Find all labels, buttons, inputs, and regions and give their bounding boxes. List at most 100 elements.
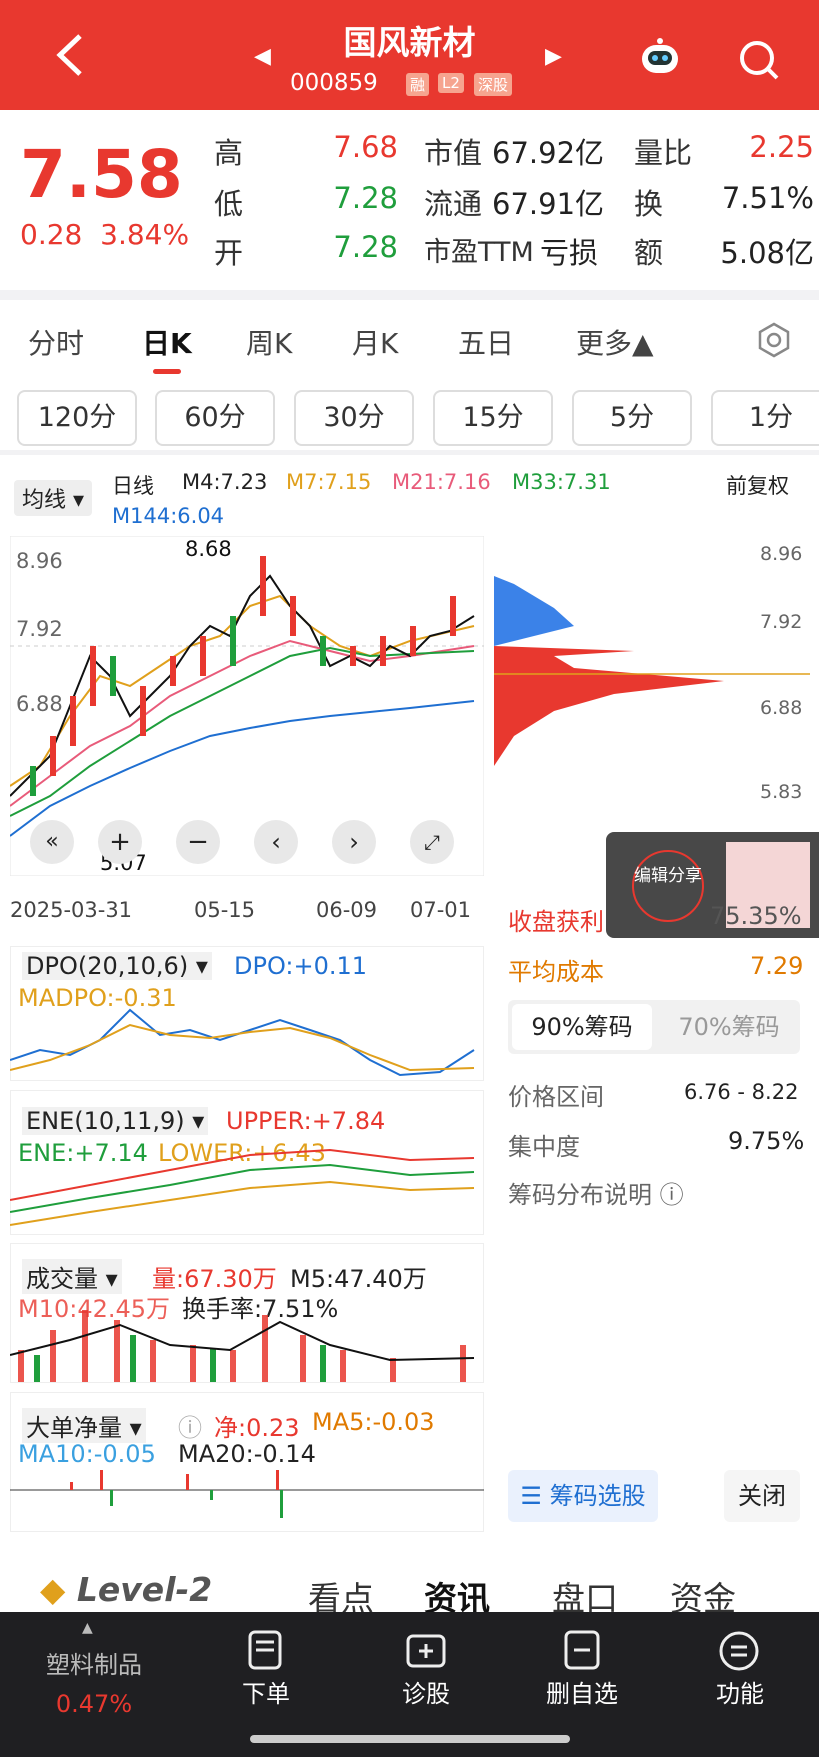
high-mark: 8.68: [185, 537, 232, 561]
tab-level2[interactable]: ◆ Level-2: [40, 1570, 212, 1609]
ene-upper: UPPER:+7.84: [226, 1107, 386, 1135]
ma-daily: 日线: [112, 474, 154, 498]
diagnose-button[interactable]: 诊股: [366, 1674, 486, 1709]
order-icon: [248, 1630, 282, 1670]
turnover-label: 换: [634, 187, 664, 221]
big-net: 净:0.23: [214, 1414, 300, 1442]
date-2: 06-09: [316, 898, 378, 922]
pe-value: 亏损: [540, 236, 599, 270]
chart-controls: « + − ‹ › ⤢: [30, 820, 470, 870]
chip-desc-link[interactable]: 筹码分布说明 ⓘ: [508, 1175, 684, 1210]
big-order-selector[interactable]: 大单净量 ▾: [22, 1408, 146, 1443]
tab-intraday[interactable]: 分时: [28, 322, 84, 362]
big-order-chart: [10, 1470, 484, 1518]
ma-m7: M7:7.15: [286, 470, 372, 494]
dpo-value: DPO:+0.11: [234, 952, 368, 980]
amount-label: 额: [634, 236, 664, 270]
date-1: 05-15: [194, 898, 256, 922]
next-stock-icon[interactable]: ▶: [545, 44, 562, 69]
chip-y-3: 5.83: [760, 781, 802, 803]
help-icon: ⓘ: [659, 1181, 684, 1209]
fullscreen-icon[interactable]: ⤢: [410, 820, 454, 864]
margin-badge: 融: [406, 73, 430, 96]
help-icon[interactable]: ⓘ: [178, 1408, 202, 1443]
collapse-icon[interactable]: ▲: [82, 1620, 93, 1636]
connect-badge: 深股: [474, 73, 513, 96]
search-icon[interactable]: [737, 38, 781, 82]
ene-chart: [10, 1148, 475, 1226]
tab-more[interactable]: 更多▲: [576, 322, 654, 362]
period-30min[interactable]: 30分: [294, 390, 414, 446]
period-120min[interactable]: 120分: [17, 390, 137, 446]
y-label-top: 8.96: [16, 549, 63, 573]
close-button[interactable]: 关闭: [724, 1470, 800, 1522]
period-60min[interactable]: 60分: [155, 390, 275, 446]
remove-watchlist-icon: [564, 1630, 600, 1670]
sector-pct: 0.47%: [55, 1690, 133, 1718]
concentration-value: 9.75%: [728, 1127, 805, 1155]
chip-y-2: 6.88: [760, 697, 802, 719]
float-label: 流通: [424, 187, 483, 221]
high-label: 高: [214, 136, 244, 170]
date-3: 07-01: [410, 898, 472, 922]
profit-value: 75.35%: [710, 902, 802, 930]
ma-m144: M144:6.04: [112, 504, 225, 528]
stock-code: 000859: [290, 70, 378, 96]
high-value: 7.68: [333, 130, 398, 164]
edit-share-button[interactable]: 编辑分享: [632, 850, 704, 922]
avg-cost-value: 7.29: [750, 952, 804, 980]
list-icon: ☰: [520, 1482, 542, 1510]
dpo-selector[interactable]: DPO(20,10,6) ▾: [22, 952, 212, 980]
tab-monthly[interactable]: 月K: [352, 322, 398, 362]
tab-weekly[interactable]: 周K: [246, 322, 292, 362]
menu-icon: [719, 1631, 759, 1671]
sector-name[interactable]: 塑料制品: [34, 1645, 154, 1680]
price-change: 0.28 3.84%: [20, 218, 190, 251]
price-range-value: 6.76 - 8.22: [684, 1080, 799, 1104]
pe-label: 市盈TTM: [424, 237, 534, 268]
vol-ratio-label: 量比: [634, 136, 693, 170]
mcap-label: 市值: [424, 136, 483, 170]
mcap-value: 67.92亿: [492, 136, 605, 170]
period-5min[interactable]: 5分: [572, 390, 692, 446]
function-button[interactable]: 功能: [680, 1674, 800, 1709]
concentration-label: 集中度: [508, 1133, 580, 1161]
adjust-mode[interactable]: 前复权: [726, 470, 789, 500]
y-label-low: 6.88: [16, 692, 63, 716]
ma-m21: M21:7.16: [392, 470, 491, 494]
l2-badge: L2: [438, 73, 464, 93]
tab-5day[interactable]: 五日: [458, 322, 514, 362]
chip-screen-button[interactable]: ☰ 筹码选股: [508, 1470, 658, 1522]
active-tab-indicator: [153, 369, 181, 374]
float-value: 67.91亿: [492, 187, 605, 221]
tab-chip-70[interactable]: 70%筹码: [664, 1004, 794, 1050]
ma-m4: M4:7.23: [182, 470, 268, 494]
chip-y-1: 7.92: [760, 611, 802, 633]
tab-chip-90[interactable]: 90%筹码: [512, 1004, 652, 1050]
stock-name: 国风新材: [343, 23, 476, 62]
zoom-out-icon[interactable]: −: [176, 820, 220, 864]
big-ma5: MA5:-0.03: [312, 1408, 435, 1436]
order-button[interactable]: 下单: [206, 1674, 326, 1709]
assistant-icon[interactable]: [638, 37, 682, 77]
diagnose-icon: [406, 1634, 446, 1668]
ma-selector[interactable]: 均线 ▾: [14, 480, 93, 516]
chart-tabs: [0, 300, 819, 380]
y-label-mid: 7.92: [16, 617, 63, 641]
settings-icon[interactable]: [756, 322, 792, 358]
tab-daily[interactable]: 日K: [142, 322, 192, 362]
move-right-icon[interactable]: ›: [332, 820, 376, 864]
dpo-chart: [10, 1008, 475, 1077]
remove-watchlist-button[interactable]: 删自选: [522, 1674, 642, 1709]
profit-label: 收盘获利: [508, 908, 604, 936]
ene-selector[interactable]: ENE(10,11,9) ▾: [22, 1107, 209, 1135]
period-1min[interactable]: 1分: [711, 390, 819, 446]
ma-m33: M33:7.31: [512, 470, 611, 494]
rewind-icon[interactable]: «: [30, 820, 74, 864]
move-left-icon[interactable]: ‹: [254, 820, 298, 864]
zoom-in-icon[interactable]: +: [98, 820, 142, 864]
avg-cost-label: 平均成本: [508, 958, 604, 986]
low-label: 低: [214, 187, 244, 221]
period-15min[interactable]: 15分: [433, 390, 553, 446]
diamond-icon: ◆: [40, 1570, 66, 1609]
